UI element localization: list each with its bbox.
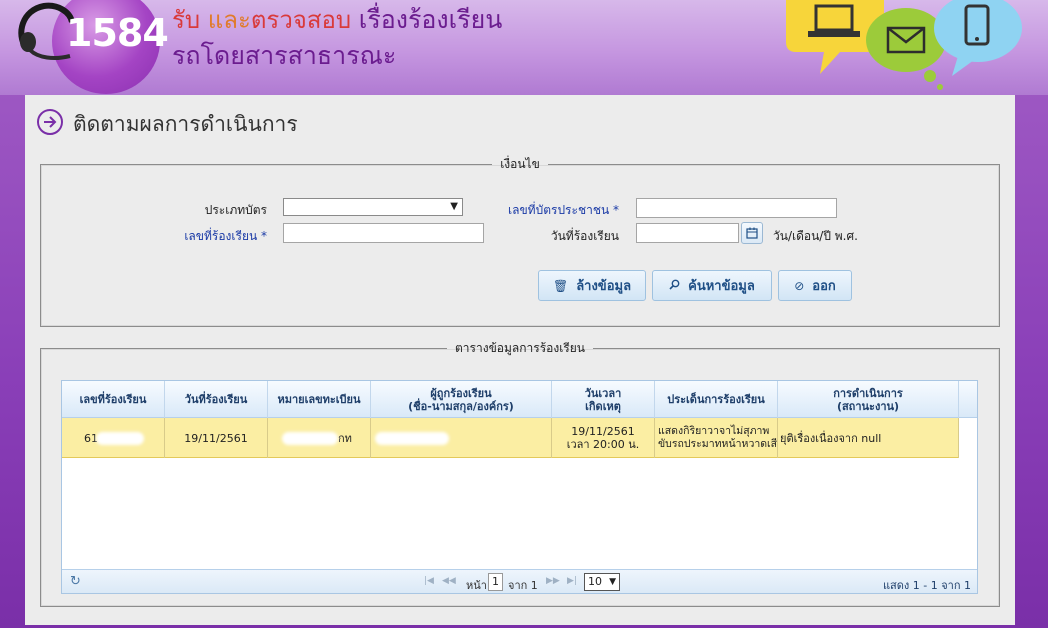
col-accused[interactable]: ผู้ถูกร้องเรียน (ชื่อ-นามสกุล/องค์กร)	[371, 381, 552, 418]
complaint-date-input[interactable]	[636, 223, 739, 243]
first-page-icon[interactable]: |◀	[424, 576, 434, 586]
cell-complaint-date: 19/11/2561	[165, 418, 268, 458]
title-part-and: และ	[207, 6, 251, 34]
page-title: ติดตามผลการดำเนินการ	[73, 112, 298, 136]
site-header: 1584 รับ และตรวจสอบ เรื่องร้องเรียน รถโด…	[0, 0, 1048, 95]
page-number-input[interactable]: 1	[488, 573, 503, 591]
grid-header: เลขที่ร้องเรียน วันที่ร้องเรียน หมายเลขท…	[62, 381, 977, 418]
conditions-legend: เงื่อนไข	[500, 157, 540, 171]
page-label: หน้า	[466, 579, 487, 592]
complaint-no-label: เลขที่ร้องเรียน *	[184, 229, 267, 243]
calendar-icon	[746, 227, 758, 239]
complaint-date-label: วันที่ร้องเรียน	[550, 229, 619, 243]
records-info: แสดง 1 - 1 จาก 1	[882, 579, 971, 592]
ban-icon: ⊘	[794, 278, 805, 293]
mobile-phone-icon	[934, 0, 1022, 76]
last-page-icon[interactable]: ▶|	[567, 576, 577, 586]
id-card-label: เลขที่บัตรประชาชน *	[508, 203, 619, 217]
title-part-receive: รับ	[172, 6, 201, 34]
table-legend: ตารางข้อมูลการร้องเรียน	[455, 341, 585, 355]
dropdown-arrow-icon: ▼	[450, 201, 458, 212]
col-complaint-date[interactable]: วันที่ร้องเรียน	[165, 381, 268, 418]
site-title-line1: รับ และตรวจสอบ เรื่องร้องเรียน	[172, 0, 502, 40]
cell-plate-no: กท	[268, 418, 371, 458]
redacted-mask	[375, 431, 449, 445]
cell-incident-datetime: 19/11/2561 เวลา 20:00 น.	[552, 418, 655, 458]
main-panel: ติดตามผลการดำเนินการ เงื่อนไข ประเภทบัตร…	[25, 95, 1015, 625]
search-button-label: ค้นหาข้อมูล	[688, 279, 755, 294]
prev-page-icon[interactable]: ◀◀	[442, 576, 456, 586]
site-title-line2: รถโดยสารสาธารณะ	[172, 41, 397, 70]
exit-button[interactable]: ⊘ ออก	[778, 270, 852, 301]
col-status[interactable]: การดำเนินการ (สถานะงาน)	[778, 381, 959, 418]
envelope-icon	[866, 8, 946, 90]
page-of-label: จาก 1	[508, 579, 538, 592]
exit-button-label: ออก	[812, 279, 836, 294]
clear-button[interactable]: 🗑 ล้างข้อมูล	[538, 270, 646, 301]
clear-button-label: ล้างข้อมูล	[576, 279, 632, 294]
trash-icon: 🗑	[552, 278, 569, 293]
refresh-icon[interactable]: ↻	[70, 574, 81, 589]
search-icon	[669, 279, 680, 293]
title-part-complaint: เรื่องร้องเรียน	[358, 5, 503, 34]
search-button[interactable]: ค้นหาข้อมูล	[652, 270, 772, 301]
col-complaint-no[interactable]: เลขที่ร้องเรียน	[62, 381, 165, 418]
date-picker-button[interactable]	[741, 222, 763, 244]
card-type-select[interactable]: ▼	[283, 198, 463, 216]
complaint-grid: เลขที่ร้องเรียน วันที่ร้องเรียน หมายเลขท…	[61, 380, 978, 594]
col-issue[interactable]: ประเด็นการร้องเรียน	[655, 381, 778, 418]
date-format-hint: วัน/เดือน/ปี พ.ศ.	[773, 229, 858, 243]
id-card-input[interactable]	[636, 198, 837, 218]
title-part-check: ตรวจสอบ	[250, 6, 352, 34]
arrow-right-circle-icon	[37, 109, 63, 135]
redacted-mask	[96, 431, 144, 445]
hotline-number: 1584	[66, 11, 169, 55]
cell-status: ยุติเรื่องเนื่องจาก null	[778, 418, 959, 458]
redacted-mask	[282, 431, 338, 445]
card-type-label: ประเภทบัตร	[204, 203, 267, 217]
cell-complaint-no: 61	[62, 418, 165, 458]
dropdown-arrow-icon: ▼	[609, 577, 616, 587]
contact-channels-illustration	[786, 0, 1022, 90]
grid-pager: ↻ |◀ ◀◀ หน้า 1 จาก 1 ▶▶ ▶| 10 ▼ แสดง 1 -…	[62, 569, 977, 593]
next-page-icon[interactable]: ▶▶	[546, 576, 560, 586]
col-plate-no[interactable]: หมายเลขทะเบียน	[268, 381, 371, 418]
page-size-select[interactable]: 10 ▼	[584, 573, 620, 591]
complaint-no-input[interactable]	[283, 223, 484, 243]
col-incident-datetime[interactable]: วันเวลา เกิดเหตุ	[552, 381, 655, 418]
cell-accused	[371, 418, 552, 458]
cell-issue: แสดงกิริยาวาจาไม่สุภาพ ขับรถประมาทหน้าหว…	[655, 418, 778, 458]
table-row[interactable]: 61 19/11/2561 กท 19/11/2561 เวลา 20:00 น…	[62, 418, 959, 458]
